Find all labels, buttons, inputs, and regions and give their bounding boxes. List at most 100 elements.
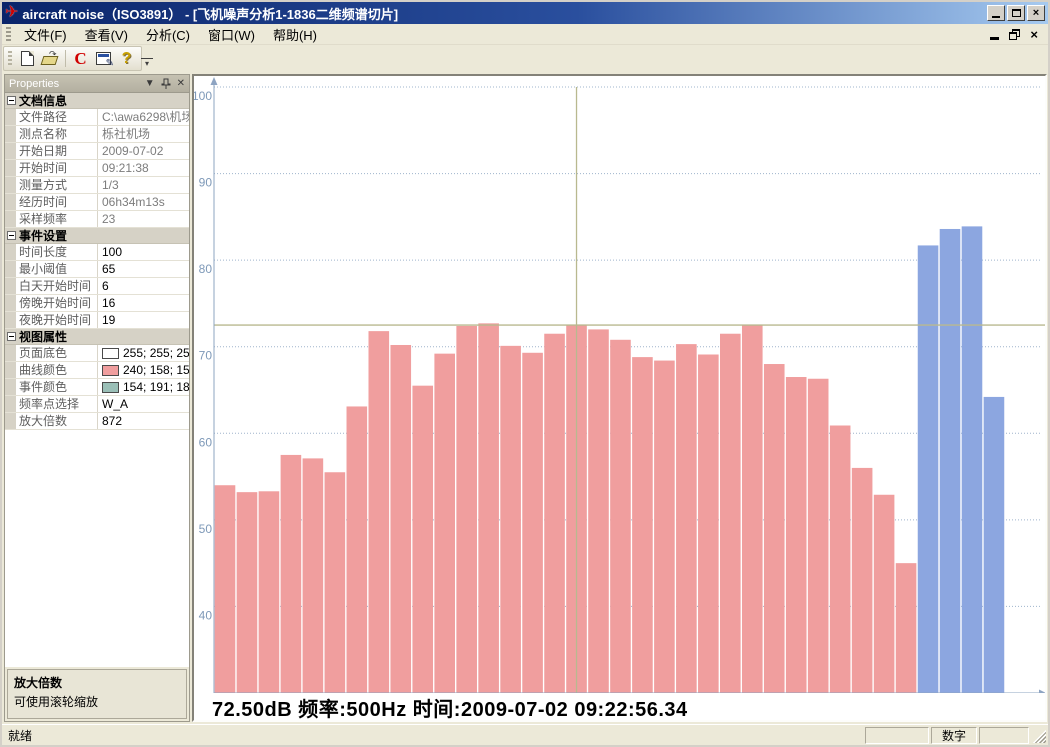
collapse-icon[interactable] bbox=[7, 96, 16, 105]
property-value[interactable]: 65 bbox=[98, 261, 189, 277]
property-value[interactable]: 2009-07-02 bbox=[98, 143, 189, 159]
property-value[interactable]: W_A bbox=[98, 396, 189, 412]
property-value[interactable]: 240; 158; 15 bbox=[98, 362, 189, 378]
resize-grip[interactable] bbox=[1031, 728, 1046, 743]
row-indent bbox=[5, 126, 16, 142]
close-button[interactable]: × bbox=[1027, 5, 1045, 21]
property-row: 开始时间09:21:38 bbox=[5, 160, 189, 177]
menu-help[interactable]: 帮助(H) bbox=[264, 23, 326, 46]
property-label: 夜晚开始时间 bbox=[16, 312, 98, 328]
status-cell-2 bbox=[979, 727, 1029, 744]
property-row: 曲线颜色240; 158; 15 bbox=[5, 362, 189, 379]
property-value[interactable]: 23 bbox=[98, 211, 189, 227]
property-value[interactable]: 255; 255; 25 bbox=[98, 345, 189, 361]
status-cell-1 bbox=[865, 727, 929, 744]
cursor-readout: 72.50dB 频率:500Hz 时间:2009-07-02 09:22:56.… bbox=[212, 693, 688, 722]
property-value[interactable]: 09:21:38 bbox=[98, 160, 189, 176]
spectrum-chart[interactable]: 100908070605040 bbox=[194, 76, 1047, 693]
menu-grip[interactable] bbox=[6, 27, 11, 41]
property-value[interactable]: 栎社机场 bbox=[98, 126, 189, 142]
close-icon[interactable]: ✕ bbox=[177, 79, 185, 89]
help-button[interactable]: ? bbox=[115, 48, 138, 69]
property-row: 傍晚开始时间16 bbox=[5, 295, 189, 312]
property-row: 测点名称栎社机场 bbox=[5, 126, 189, 143]
window-title: aircraft noise（ISO3891） - [飞机噪声分析1-1836二… bbox=[22, 4, 987, 23]
collapse-icon[interactable] bbox=[7, 332, 16, 341]
menu-analysis[interactable]: 分析(C) bbox=[137, 23, 199, 46]
property-label: 开始时间 bbox=[16, 160, 98, 176]
collapse-icon[interactable] bbox=[7, 231, 16, 240]
new-document-icon bbox=[21, 51, 34, 66]
color-swatch bbox=[102, 365, 119, 376]
menu-window[interactable]: 窗口(W) bbox=[199, 23, 264, 46]
property-label: 最小阈值 bbox=[16, 261, 98, 277]
chevron-down-icon[interactable]: ▼ bbox=[145, 79, 155, 89]
property-value[interactable]: 6 bbox=[98, 278, 189, 294]
property-value[interactable]: 154; 191; 18 bbox=[98, 379, 189, 395]
minimize-icon bbox=[992, 16, 1000, 18]
property-label: 频率点选择 bbox=[16, 396, 98, 412]
row-indent bbox=[5, 278, 16, 294]
property-label: 时间长度 bbox=[16, 244, 98, 260]
row-indent bbox=[5, 379, 16, 395]
app-window: ✈ aircraft noise（ISO3891） - [飞机噪声分析1-183… bbox=[0, 0, 1050, 747]
property-row: 开始日期2009-07-02 bbox=[5, 143, 189, 160]
mdi-restore-button[interactable] bbox=[1009, 29, 1020, 40]
mdi-close-button[interactable]: × bbox=[1030, 29, 1038, 40]
property-label: 开始日期 bbox=[16, 143, 98, 159]
row-indent bbox=[5, 345, 16, 361]
property-value[interactable]: C:\awa6298\机场 bbox=[98, 109, 189, 125]
svg-text:90: 90 bbox=[199, 176, 213, 190]
property-section-header[interactable]: 文档信息 bbox=[5, 93, 189, 109]
property-label: 文件路径 bbox=[16, 109, 98, 125]
pin-icon[interactable] bbox=[161, 78, 171, 89]
row-indent bbox=[5, 109, 16, 125]
open-folder-icon: ↷ bbox=[42, 53, 59, 65]
property-section-header[interactable]: 事件设置 bbox=[5, 228, 189, 244]
svg-text:70: 70 bbox=[199, 349, 213, 363]
row-indent bbox=[5, 244, 16, 260]
row-indent bbox=[5, 396, 16, 412]
row-indent bbox=[5, 413, 16, 429]
toolbar-grip[interactable] bbox=[8, 51, 12, 67]
property-value[interactable]: 100 bbox=[98, 244, 189, 260]
property-value[interactable]: 06h34m13s bbox=[98, 194, 189, 210]
property-section-header[interactable]: 视图属性 bbox=[5, 329, 189, 345]
property-row: 文件路径C:\awa6298\机场 bbox=[5, 109, 189, 126]
analysis-c-button[interactable]: C bbox=[69, 48, 92, 69]
property-value[interactable]: 872 bbox=[98, 413, 189, 429]
row-indent bbox=[5, 194, 16, 210]
menu-file[interactable]: 文件(F) bbox=[15, 23, 76, 46]
maximize-button[interactable] bbox=[1007, 5, 1025, 21]
property-value[interactable]: 1/3 bbox=[98, 177, 189, 193]
new-document-button[interactable] bbox=[16, 48, 39, 69]
property-row: 事件颜色154; 191; 18 bbox=[5, 379, 189, 396]
property-section-title: 事件设置 bbox=[19, 227, 67, 244]
open-file-button[interactable]: ↷ bbox=[39, 48, 62, 69]
mdi-minimize-button[interactable] bbox=[990, 37, 999, 40]
row-indent bbox=[5, 362, 16, 378]
properties-panel-title: Properties bbox=[9, 78, 139, 90]
property-label: 经历时间 bbox=[16, 194, 98, 210]
property-label: 事件颜色 bbox=[16, 379, 98, 395]
red-c-icon: C bbox=[74, 49, 86, 69]
airplane-app-icon: ✈ bbox=[5, 5, 18, 21]
property-value[interactable]: 16 bbox=[98, 295, 189, 311]
property-description-box: 放大倍数 可使用滚轮缩放 bbox=[7, 669, 187, 719]
menu-view[interactable]: 查看(V) bbox=[76, 23, 137, 46]
spectrum-chart-window: 100908070605040 72.50dB 频率:500Hz 时间:2009… bbox=[192, 74, 1047, 722]
question-mark-icon: ? bbox=[122, 50, 132, 68]
minimize-button[interactable] bbox=[987, 5, 1005, 21]
row-indent bbox=[5, 261, 16, 277]
svg-text:60: 60 bbox=[199, 435, 213, 449]
property-grid: 文档信息文件路径C:\awa6298\机场测点名称栎社机场开始日期2009-07… bbox=[5, 92, 189, 667]
property-row: 页面底色255; 255; 25 bbox=[5, 345, 189, 362]
property-label: 傍晚开始时间 bbox=[16, 295, 98, 311]
toolbar: ↷ C ? ▾ bbox=[2, 45, 1048, 73]
toolbar-overflow-button[interactable]: ▾ bbox=[141, 58, 153, 70]
property-value[interactable]: 19 bbox=[98, 312, 189, 328]
status-ready-text: 就绪 bbox=[8, 727, 863, 744]
properties-sheet-button[interactable] bbox=[92, 48, 115, 69]
property-description-title: 放大倍数 bbox=[14, 674, 180, 691]
property-label: 页面底色 bbox=[16, 345, 98, 361]
